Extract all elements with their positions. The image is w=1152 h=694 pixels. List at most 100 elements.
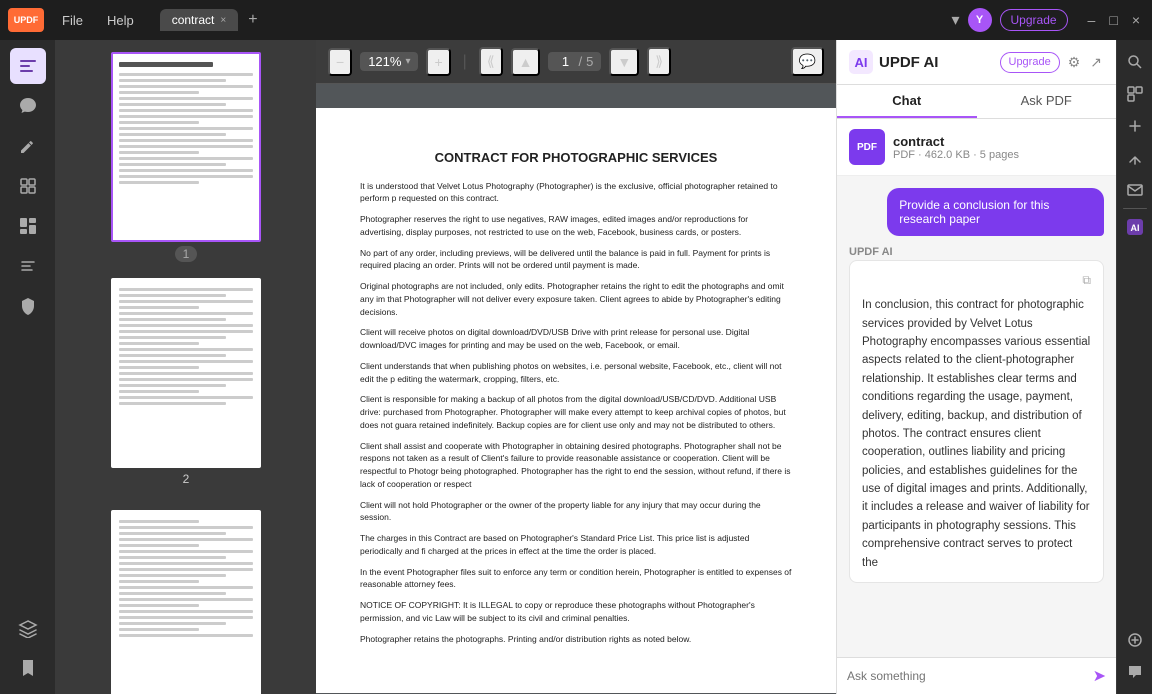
user-message-bubble: Provide a conclusion for this research p… bbox=[887, 188, 1104, 236]
page-separator: / bbox=[578, 54, 582, 69]
maximize-btn[interactable]: □ bbox=[1105, 12, 1121, 28]
zoom-control[interactable]: 121% ▾ bbox=[360, 52, 418, 71]
sr-plugin-icon[interactable] bbox=[1121, 626, 1149, 654]
sidebar-form-icon[interactable] bbox=[10, 168, 46, 204]
page-next-btn[interactable]: ▼ bbox=[609, 48, 639, 76]
sidebar-protect-icon[interactable] bbox=[10, 288, 46, 324]
tab-bar: contract × + bbox=[160, 9, 944, 31]
ai-chat-area: Provide a conclusion for this research p… bbox=[837, 176, 1116, 657]
ai-panel: AI UPDF AI Upgrade ⚙ ↗ Chat Ask PDF PDF … bbox=[836, 40, 1116, 694]
titlebar-dropdown[interactable]: ▾ bbox=[951, 10, 959, 30]
thumbnail-1[interactable]: 1 bbox=[56, 40, 316, 266]
main-area: 1 bbox=[0, 40, 1152, 694]
menu-file[interactable]: File bbox=[52, 9, 93, 32]
ai-panel-header: AI UPDF AI Upgrade ⚙ ↗ bbox=[837, 40, 1116, 85]
titlebar: UPDF File Help contract × + ▾ Y Upgrade … bbox=[0, 0, 1152, 40]
zoom-in-btn[interactable]: + bbox=[426, 48, 450, 76]
doc-para-1: Photographer reserves the right to use n… bbox=[360, 213, 792, 239]
sr-import-icon[interactable] bbox=[1121, 112, 1149, 140]
page-total: 5 bbox=[586, 54, 593, 69]
sidebar-right: AI bbox=[1116, 40, 1152, 694]
doc-para-7: Client shall assist and cooperate with P… bbox=[360, 440, 792, 491]
thumbnail-3[interactable]: 3 bbox=[56, 498, 316, 694]
zoom-value: 121% bbox=[368, 54, 401, 69]
doc-para-3: Original photographs are not included, o… bbox=[360, 280, 792, 318]
avatar[interactable]: Y bbox=[968, 8, 992, 32]
page-first-btn[interactable]: ⟪ bbox=[479, 47, 503, 76]
zoom-dropdown-icon: ▾ bbox=[405, 56, 410, 67]
doc-page: CONTRACT FOR PHOTOGRAPHIC SERVICES It is… bbox=[316, 108, 836, 693]
thumb-label-2: 2 bbox=[183, 472, 190, 486]
thumb-img-1 bbox=[111, 52, 261, 242]
tab-add-btn[interactable]: + bbox=[242, 11, 263, 29]
sr-search-icon[interactable] bbox=[1121, 48, 1149, 76]
sr-separator bbox=[1123, 208, 1147, 209]
doc-title: CONTRACT FOR PHOTOGRAPHIC SERVICES bbox=[360, 148, 792, 168]
doc-toolbar: − 121% ▾ + | ⟪ ▲ / 5 ▼ ⟫ 💬 bbox=[316, 40, 836, 84]
doc-para-9: The charges in this Contract are based o… bbox=[360, 532, 792, 558]
ai-response-header: ⧉ bbox=[862, 271, 1091, 290]
minimize-btn[interactable]: – bbox=[1084, 12, 1100, 28]
tab-close-btn[interactable]: × bbox=[220, 15, 226, 26]
doc-para-0: It is understood that Velvet Lotus Photo… bbox=[360, 180, 792, 206]
ai-title-text: UPDF AI bbox=[879, 54, 938, 71]
doc-para-11: NOTICE OF COPYRIGHT: It is ILLEGAL to co… bbox=[360, 599, 792, 625]
svg-text:AI: AI bbox=[1130, 223, 1139, 233]
doc-content: CONTRACT FOR PHOTOGRAPHIC SERVICES It is… bbox=[316, 84, 836, 694]
page-current-input[interactable] bbox=[556, 54, 574, 69]
page-nav: / 5 bbox=[548, 52, 601, 71]
sidebar-organize-icon[interactable] bbox=[10, 208, 46, 244]
tab-contract[interactable]: contract × bbox=[160, 9, 239, 31]
ai-doc-details: contract PDF · 462.0 KB · 5 pages bbox=[893, 134, 1019, 161]
doc-para-6: Client is responsible for making a backu… bbox=[360, 393, 792, 431]
doc-para-5: Client understands that when publishing … bbox=[360, 360, 792, 386]
svg-text:AI: AI bbox=[855, 55, 868, 70]
sr-export-icon[interactable] bbox=[1121, 144, 1149, 172]
upgrade-button[interactable]: Upgrade bbox=[1000, 9, 1068, 31]
comment-btn[interactable]: 💬 bbox=[791, 47, 824, 76]
sidebar-annotate-icon[interactable] bbox=[10, 128, 46, 164]
ai-response-content: In conclusion, this contract for photogr… bbox=[862, 299, 1090, 568]
ai-send-btn[interactable]: ➤ bbox=[1093, 666, 1106, 686]
doc-para-4: Client will receive photos on digital do… bbox=[360, 326, 792, 352]
ai-doc-info: PDF contract PDF · 462.0 KB · 5 pages bbox=[837, 119, 1116, 176]
menu-bar: File Help bbox=[52, 9, 144, 32]
sidebar-bookmark-icon[interactable] bbox=[10, 650, 46, 686]
zoom-out-btn[interactable]: − bbox=[328, 48, 352, 76]
ai-doc-name: contract bbox=[893, 134, 1019, 149]
ai-share-btn[interactable]: ↗ bbox=[1088, 52, 1104, 73]
tab-label: contract bbox=[172, 13, 215, 27]
thumb-img-2 bbox=[111, 278, 261, 468]
ai-upgrade-btn[interactable]: Upgrade bbox=[1000, 52, 1060, 73]
page-last-btn[interactable]: ⟫ bbox=[647, 47, 671, 76]
sr-ocr-icon[interactable] bbox=[1121, 80, 1149, 108]
thumb-num-1: 1 bbox=[175, 246, 198, 262]
ai-settings-btn[interactable]: ⚙ bbox=[1066, 52, 1083, 73]
ai-response-block: UPDF AI ⧉ In conclusion, this contract f… bbox=[849, 246, 1104, 583]
close-btn[interactable]: × bbox=[1128, 12, 1144, 28]
sidebar-comment-icon[interactable] bbox=[10, 88, 46, 124]
doc-para-2: No part of any order, including previews… bbox=[360, 247, 792, 273]
ai-tab-askpdf[interactable]: Ask PDF bbox=[977, 85, 1117, 118]
ai-panel-title: AI UPDF AI bbox=[849, 50, 938, 74]
thumbnail-panel: 1 bbox=[56, 40, 316, 694]
menu-help[interactable]: Help bbox=[97, 9, 144, 32]
sr-email-icon[interactable] bbox=[1121, 176, 1149, 204]
sidebar-layers-icon[interactable] bbox=[10, 610, 46, 646]
app-logo: UPDF bbox=[8, 8, 44, 32]
ai-response-label: UPDF AI bbox=[849, 246, 1104, 258]
doc-viewer: − 121% ▾ + | ⟪ ▲ / 5 ▼ ⟫ 💬 CONTRACT FOR … bbox=[316, 40, 836, 694]
ai-input-field[interactable] bbox=[847, 669, 1087, 683]
ai-doc-icon: PDF bbox=[849, 129, 885, 165]
doc-para-8: Client will not hold Photographer or the… bbox=[360, 499, 792, 525]
sr-ai-icon[interactable]: AI bbox=[1121, 213, 1149, 241]
sr-comment-panel-icon[interactable] bbox=[1121, 658, 1149, 686]
copy-btn[interactable]: ⧉ bbox=[1082, 271, 1091, 290]
ai-logo-icon: AI bbox=[849, 50, 873, 74]
ai-tab-chat[interactable]: Chat bbox=[837, 85, 977, 118]
page-prev-btn[interactable]: ▲ bbox=[511, 48, 541, 76]
sidebar-edit-icon[interactable] bbox=[10, 48, 46, 84]
sidebar-convert-icon[interactable] bbox=[10, 248, 46, 284]
titlebar-right: ▾ Y Upgrade – □ × bbox=[951, 8, 1144, 32]
thumbnail-2[interactable]: 2 bbox=[56, 266, 316, 498]
